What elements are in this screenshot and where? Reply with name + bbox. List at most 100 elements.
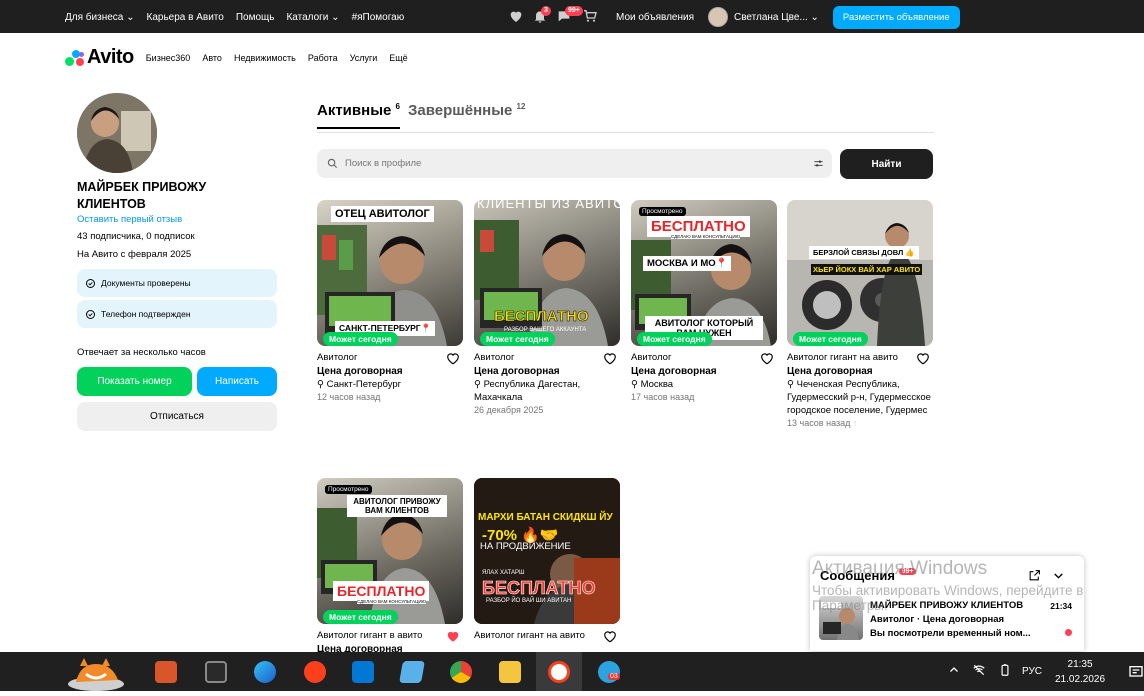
messages-popup-title: Сообщения 99+ xyxy=(820,568,917,583)
find-button[interactable]: Найти xyxy=(840,149,933,179)
listing-title[interactable]: Авитолог гигант на авито xyxy=(474,629,620,643)
store-icon[interactable] xyxy=(205,661,227,683)
cat-jobs[interactable]: Работа xyxy=(308,53,338,63)
listing-title[interactable]: Авитолог xyxy=(474,351,620,365)
listing-card[interactable]: Просмотрено БЕСПЛАТНО СДЕЛАЮ ВАМ КОНСУЛЬ… xyxy=(631,200,777,402)
telegram-icon[interactable]: 03 xyxy=(598,661,620,683)
notifications-badge: 3 xyxy=(541,6,551,16)
language-indicator[interactable]: РУС xyxy=(1022,666,1042,677)
top-right: 3 99+ Мои объявления Светлана Цве... ⌄ Р… xyxy=(508,5,960,29)
listing-card[interactable]: Просмотрено АВИТОЛОГ ПРИВОЖУ ВАМ КЛИЕНТО… xyxy=(317,478,463,655)
battery-icon[interactable] xyxy=(998,663,1012,680)
listing-title[interactable]: Авитолог xyxy=(631,351,777,365)
cat-services[interactable]: Услуги xyxy=(350,53,378,63)
chat-thumbnail[interactable] xyxy=(819,596,863,640)
favorite-heart-icon[interactable] xyxy=(603,630,617,648)
tab-completed[interactable]: Завершённые 12 xyxy=(408,102,525,127)
clock[interactable]: 21:35 21.02.2026 xyxy=(1055,657,1105,687)
notifications-bell-icon[interactable]: 3 xyxy=(532,6,551,26)
avito-logo-icon[interactable] xyxy=(65,49,85,67)
listing-overlay-sub: СДЕЛАЮ ВАМ КОНСУЛЬТАЦИЮ xyxy=(357,599,427,604)
top-bar: Для бизнеса ⌄ Карьера в Авито Помощь Кат… xyxy=(0,0,1144,33)
location-pin-icon: ⚲ xyxy=(631,379,638,390)
nav-ihelp[interactable]: #яПомогаю xyxy=(352,12,405,23)
nav-help[interactable]: Помощь xyxy=(236,12,275,23)
my-ads-link[interactable]: Мои объявления xyxy=(616,12,694,23)
tab-active[interactable]: Активные 6 xyxy=(317,102,400,129)
file-explorer-icon[interactable] xyxy=(499,661,521,683)
viewed-badge: Просмотрено xyxy=(639,207,686,216)
nav-business[interactable]: Для бизнеса ⌄ xyxy=(65,12,135,23)
media-player-icon[interactable] xyxy=(155,661,177,683)
listing-location-text: Чеченская Республика, Гудермесский р-н, … xyxy=(787,379,931,416)
network-off-icon[interactable] xyxy=(972,663,986,680)
chevron-down-icon[interactable] xyxy=(1052,569,1065,587)
listing-location-text: Санкт-Петербург xyxy=(326,379,402,390)
favorite-heart-icon[interactable] xyxy=(916,352,930,370)
tray-chevron-up-icon[interactable] xyxy=(948,664,960,679)
messages-chat-icon[interactable]: 99+ xyxy=(556,6,583,26)
phone-verified-label: Телефон подтвержден xyxy=(101,309,191,319)
notes-icon[interactable] xyxy=(399,661,425,683)
show-number-button[interactable]: Показать номер xyxy=(77,367,192,396)
listing-image[interactable]: БЕРЗЛОЙ СВЯЗЫ ДОВЛ 👍 ХЬЕР ЙОКХ ВАЙ ХАР А… xyxy=(787,200,933,346)
listing-title[interactable]: Авитолог гигант на авито xyxy=(787,351,933,365)
cat-auto[interactable]: Авто xyxy=(202,53,222,63)
listing-location: ⚲ Чеченская Республика, Гудермесский р-н… xyxy=(787,378,933,417)
listing-time: 17 часов назад xyxy=(631,392,695,402)
cat-business360[interactable]: Бизнес360 xyxy=(146,53,191,63)
seller-name: МАЙРБЕК ПРИВОЖУ КЛИЕНТОВ xyxy=(77,180,207,211)
notification-center-icon[interactable] xyxy=(1128,664,1144,685)
edge-browser-icon[interactable] xyxy=(254,661,276,683)
yandex-icon[interactable] xyxy=(304,661,326,683)
available-today-badge: Может сегодня xyxy=(323,332,398,346)
listing-card[interactable]: МАРХИ БАТАН СКИДКШ ЙУ -70% 🔥🤝 НА ПРОДВИЖ… xyxy=(474,478,620,643)
listing-card[interactable]: КЛИЕНТЫ ИЗ АВИТО БЕСПЛАТНО РАЗБОР ВАШЕГО… xyxy=(474,200,620,415)
favorite-heart-icon[interactable] xyxy=(446,352,460,370)
chat-contact-name[interactable]: МАЙРБЕК ПРИВОЖУ КЛИЕНТОВ xyxy=(870,600,1023,611)
user-menu[interactable]: Светлана Цве... ⌄ xyxy=(734,12,819,23)
favorites-heart-icon[interactable] xyxy=(508,8,526,26)
avito-logo-text[interactable]: Avito xyxy=(87,46,134,69)
yandex-browser-icon[interactable] xyxy=(548,661,570,683)
subscribers-count: 43 подписчика, 0 подписок xyxy=(77,231,195,242)
listing-location-text: Москва xyxy=(640,379,674,390)
nav-catalogs[interactable]: Каталоги ⌄ xyxy=(286,12,339,23)
unsubscribe-button[interactable]: Отписаться xyxy=(77,402,277,431)
listing-time-text: 13 часов назад xyxy=(787,418,851,428)
nav-career[interactable]: Карьера в Авито xyxy=(147,12,224,23)
listing-image[interactable]: Просмотрено АВИТОЛОГ ПРИВОЖУ ВАМ КЛИЕНТО… xyxy=(317,478,463,624)
clock-time: 21:35 xyxy=(1067,659,1093,670)
listing-image[interactable]: МАРХИ БАТАН СКИДКШ ЙУ -70% 🔥🤝 НА ПРОДВИЖ… xyxy=(474,478,620,624)
category-nav: Бизнес360 Авто Недвижимость Работа Услуг… xyxy=(146,53,408,63)
profile-search-input[interactable] xyxy=(345,158,785,169)
favorite-heart-icon[interactable] xyxy=(603,352,617,370)
write-message-button[interactable]: Написать xyxy=(197,367,277,396)
user-avatar[interactable] xyxy=(708,7,728,27)
favorite-heart-filled-icon[interactable] xyxy=(446,630,460,648)
favorite-heart-icon[interactable] xyxy=(760,352,774,370)
outlook-icon[interactable] xyxy=(352,661,374,683)
cat-realty[interactable]: Недвижимость xyxy=(234,53,296,63)
cart-icon[interactable] xyxy=(582,8,600,26)
filter-sliders-icon[interactable] xyxy=(813,158,824,172)
listing-title[interactable]: Авитолог xyxy=(317,351,463,365)
first-review-link[interactable]: Оставить первый отзыв xyxy=(77,214,277,225)
listing-image[interactable]: ОТЕЦ АВИТОЛОГ САНКТ-ПЕТЕРБУРГ📍 Может сег… xyxy=(317,200,463,346)
listing-card[interactable]: ОТЕЦ АВИТОЛОГ САНКТ-ПЕТЕРБУРГ📍 Может сег… xyxy=(317,200,463,402)
listing-image[interactable]: КЛИЕНТЫ ИЗ АВИТО БЕСПЛАТНО РАЗБОР ВАШЕГО… xyxy=(474,200,620,346)
listing-overlay-top: ОТЕЦ АВИТОЛОГ xyxy=(331,206,434,222)
listing-image[interactable]: Просмотрено БЕСПЛАТНО СДЕЛАЮ ВАМ КОНСУЛЬ… xyxy=(631,200,777,346)
viewed-badge: Просмотрено xyxy=(325,485,372,494)
listing-title[interactable]: Авитолог гигант в авито xyxy=(317,629,463,643)
location-pin-icon: ⚲ xyxy=(474,379,481,390)
chrome-icon[interactable] xyxy=(450,661,472,683)
telegram-badge: 03 xyxy=(608,673,620,680)
open-external-icon[interactable] xyxy=(1028,569,1041,587)
location-pin-icon: ⚲ xyxy=(317,379,324,390)
listing-card[interactable]: БЕРЗЛОЙ СВЯЗЫ ДОВЛ 👍 ХЬЕР ЙОКХ ВАЙ ХАР А… xyxy=(787,200,933,428)
cat-more[interactable]: Ещё xyxy=(389,53,407,63)
fox-widget-icon[interactable] xyxy=(66,654,130,691)
post-ad-button[interactable]: Разместить объявление xyxy=(832,5,960,29)
unread-dot xyxy=(1065,629,1072,636)
